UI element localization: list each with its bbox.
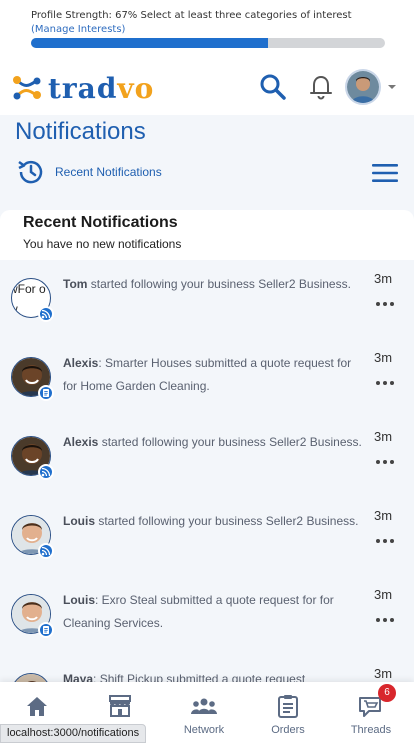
recent-card-title: Recent Notifications: [23, 214, 178, 231]
notification-item[interactable]: Louis: Exro Steal submitted a quote requ…: [0, 579, 414, 658]
notification-message: : Smarter Houses submitted a quote reque…: [63, 356, 352, 393]
notification-text: Louis started following your business Se…: [63, 510, 363, 533]
notification-message: started following your business Seller2 …: [98, 435, 362, 449]
more-options-icon[interactable]: [375, 301, 395, 307]
more-options-icon[interactable]: [375, 617, 395, 623]
app-header: tradvo: [0, 60, 414, 115]
notification-text: Alexis started following your business S…: [63, 431, 363, 454]
notification-item[interactable]: wFor owTom started following your busine…: [0, 263, 414, 342]
notification-text: Tom started following your business Sell…: [63, 273, 363, 296]
document-icon: [38, 385, 54, 401]
tradvo-logo[interactable]: tradvo: [10, 70, 154, 106]
notification-actor[interactable]: Louis: [63, 593, 95, 607]
profile-strength-text: Profile Strength: 67% Select at least th…: [31, 10, 352, 21]
document-icon: [38, 622, 54, 638]
recent-notifications-label: Recent Notifications: [55, 165, 162, 179]
notification-actor[interactable]: Louis: [63, 514, 95, 528]
profile-strength-bar: [31, 38, 385, 48]
notification-text: Alexis: Smarter Houses submitted a quote…: [63, 352, 363, 398]
status-bar-url: localhost:3000/notifications: [0, 724, 147, 743]
user-avatar[interactable]: [345, 69, 381, 105]
home-icon: [27, 697, 47, 716]
threads-unread-badge: 6: [378, 684, 396, 702]
rss-icon: [38, 543, 54, 559]
notification-time: 3m: [374, 429, 393, 444]
more-options-icon[interactable]: [375, 380, 395, 386]
notification-time: 3m: [374, 350, 393, 365]
notification-actor[interactable]: Alexis: [63, 435, 98, 449]
logo-mark-icon: [13, 76, 41, 100]
rss-icon: [38, 464, 54, 480]
store-icon: [109, 695, 131, 717]
nav-orders-label: Orders: [271, 724, 305, 736]
nav-orders[interactable]: Orders: [253, 682, 323, 743]
recent-notifications-link[interactable]: Recent Notifications: [15, 157, 162, 187]
more-options-icon[interactable]: [375, 538, 395, 544]
nav-network[interactable]: Network: [169, 682, 239, 743]
clipboard-icon: [278, 695, 298, 718]
notification-text: Louis: Exro Steal submitted a quote requ…: [63, 589, 363, 635]
logo-wordmark: tradvo: [48, 71, 155, 105]
hamburger-menu-icon[interactable]: [372, 163, 398, 183]
notification-time: 3m: [374, 271, 393, 286]
page-title: Notifications: [15, 118, 146, 145]
notification-message: started following your business Seller2 …: [87, 277, 351, 291]
search-icon[interactable]: [258, 72, 288, 102]
more-options-icon[interactable]: [375, 459, 395, 465]
rss-icon: [38, 306, 54, 322]
bell-icon[interactable]: [306, 72, 336, 102]
history-icon: [18, 160, 43, 184]
notification-item[interactable]: Louis started following your business Se…: [0, 500, 414, 579]
notification-item[interactable]: Alexis: Smarter Houses submitted a quote…: [0, 342, 414, 421]
notification-time: 3m: [374, 508, 393, 523]
chevron-down-icon[interactable]: [386, 82, 398, 92]
recent-card-subtitle: You have no new notifications: [23, 237, 182, 251]
nav-network-label: Network: [183, 724, 225, 736]
manage-interests-link[interactable]: (Manage Interests): [31, 23, 125, 36]
notification-time: 3m: [374, 666, 393, 681]
nav-threads-label: Threads: [350, 724, 392, 736]
notification-time: 3m: [374, 587, 393, 602]
nav-threads[interactable]: 6 Threads: [336, 682, 406, 743]
profile-strength-bar-fill: [31, 38, 269, 48]
notification-actor[interactable]: Tom: [63, 277, 87, 291]
recent-notifications-card: Recent Notifications You have no new not…: [0, 210, 414, 260]
profile-strength-panel: Profile Strength: 67% Select at least th…: [0, 0, 414, 60]
notification-message: started following your business Seller2 …: [95, 514, 359, 528]
notification-item[interactable]: Alexis started following your business S…: [0, 421, 414, 500]
notification-actor[interactable]: Alexis: [63, 356, 98, 370]
network-icon: [191, 698, 217, 714]
notification-message: : Exro Steal submitted a quote request f…: [63, 593, 334, 630]
